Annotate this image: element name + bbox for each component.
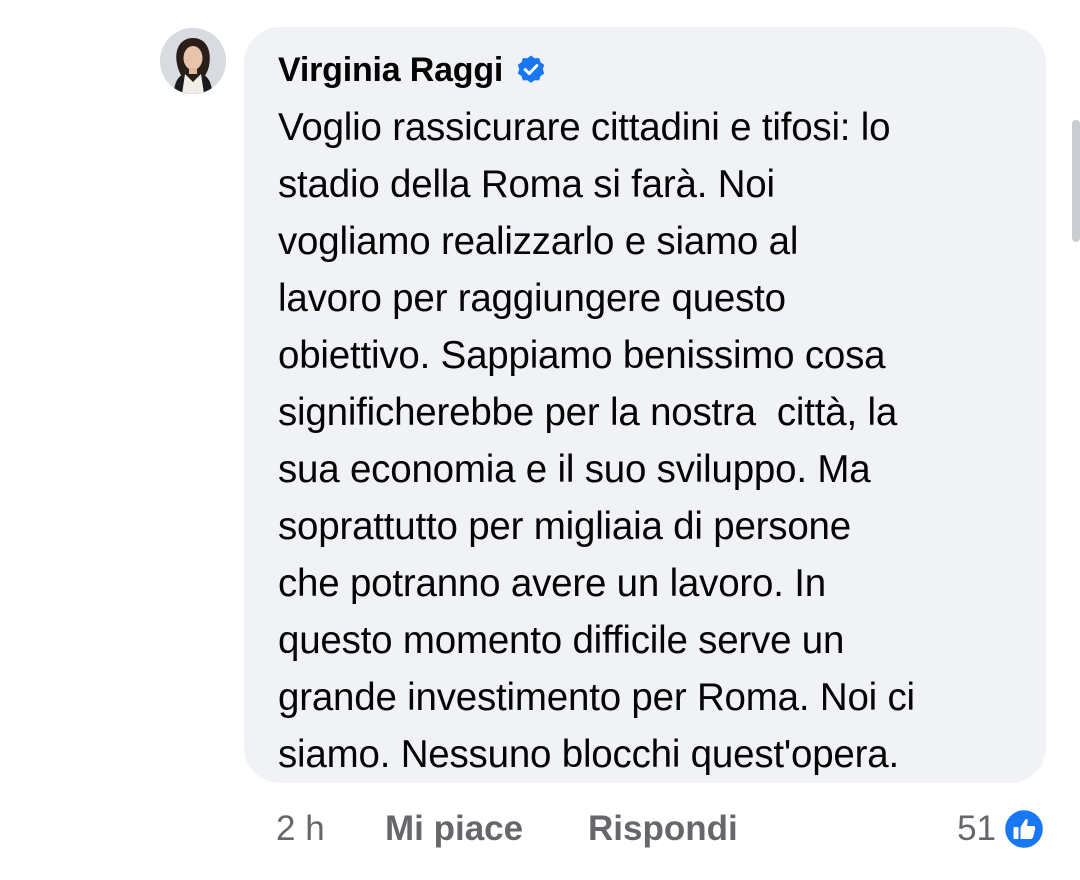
timestamp[interactable]: 2 h [276, 805, 325, 853]
avatar[interactable] [160, 28, 226, 94]
author-row: Virginia Raggi [278, 49, 1026, 91]
reaction-count: 51 [957, 809, 996, 848]
avatar-image [160, 28, 226, 94]
comment-view: Virginia Raggi Voglio rassicurare cittad… [0, 0, 1080, 880]
reactions-summary[interactable]: 51 [957, 807, 1046, 851]
comment-bubble: Virginia Raggi Voglio rassicurare cittad… [244, 27, 1046, 783]
scrollbar[interactable] [1072, 120, 1080, 242]
like-icon [1002, 807, 1046, 851]
comment-actions: 2 h Mi piace Rispondi 51 [0, 805, 1080, 855]
like-button[interactable]: Mi piace [385, 805, 523, 853]
comment-text: Voglio rassicurare cittadini e tifosi: l… [278, 106, 915, 776]
reply-button[interactable]: Rispondi [588, 805, 738, 853]
author-name[interactable]: Virginia Raggi [278, 51, 503, 90]
verified-badge-icon [515, 54, 547, 86]
